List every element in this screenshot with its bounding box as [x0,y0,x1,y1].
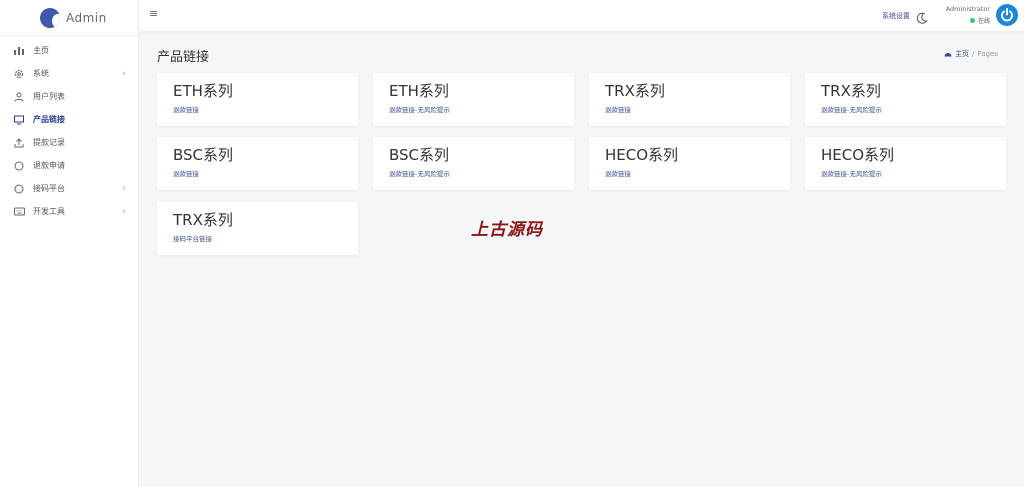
user-info[interactable]: Administrator 在线 [946,5,990,25]
user-status: 在线 [946,16,990,25]
brand-name: Admin [66,10,107,25]
sidebar-item-label: 开发工具 [33,207,65,216]
bar-chart-icon [13,45,25,57]
user-icon [13,91,25,103]
card-link[interactable]: 接码平台链接 [173,233,342,243]
chevron-left-icon: ‹ [122,68,126,79]
chevron-left-icon: ‹ [122,183,126,194]
sidebar-item-home[interactable]: 主页 [0,39,138,62]
product-card[interactable]: TRX系列 退款链接 [589,73,790,126]
card-title: ETH系列 [389,82,449,100]
product-card[interactable]: BSC系列 退款链接 [157,137,358,190]
breadcrumb: 主页 / Pages [944,49,998,59]
planet-logo-icon [40,7,60,28]
keyboard-icon [13,206,25,218]
product-card[interactable]: ETH系列 退款链接-无风险提示 [373,73,574,126]
product-card[interactable]: TRX系列 接码平台链接 [157,202,358,255]
sidebar-item-system[interactable]: 系统 ‹ [0,62,138,85]
sidebar-item-label: 主页 [33,46,49,55]
sidebar: Admin 主页 系统 ‹ 用户列表 产品链接 提款记录 退款申请 接码平台 ‹… [0,0,139,487]
card-title: TRX系列 [605,82,665,100]
upload-icon [13,137,25,149]
product-card[interactable]: TRX系列 退款链接-无风险提示 [805,73,1006,126]
sidebar-item-label: 提款记录 [33,138,65,147]
moon-icon[interactable] [916,9,928,24]
card-title: HECO系列 [605,146,679,164]
sidebar-item-refund-requests[interactable]: 退款申请 [0,154,138,177]
sidebar-nav: 主页 系统 ‹ 用户列表 产品链接 提款记录 退款申请 接码平台 ‹ 开发工具 … [0,36,138,223]
breadcrumb-current: Pages [977,50,998,58]
card-link[interactable]: 退款链接-无风险提示 [389,168,558,178]
card-title: BSC系列 [173,146,234,164]
product-card[interactable]: HECO系列 退款链接 [589,137,790,190]
card-title: TRX系列 [821,82,881,100]
card-title: ETH系列 [173,82,233,100]
sidebar-item-label: 用户列表 [33,92,65,101]
card-title: BSC系列 [389,146,450,164]
card-link[interactable]: 退款链接 [605,104,774,114]
product-card[interactable]: HECO系列 退款链接-无风险提示 [805,137,1006,190]
card-link[interactable]: 退款链接-无风险提示 [389,104,558,114]
sidebar-item-withdrawals[interactable]: 提款记录 [0,131,138,154]
sidebar-item-sms-platform[interactable]: 接码平台 ‹ [0,177,138,200]
topbar: ≡ 系统设置 Administrator 在线 [139,0,1024,32]
card-link[interactable]: 退款链接-无风险提示 [821,168,990,178]
sidebar-item-label: 接码平台 [33,184,65,193]
breadcrumb-separator: / [972,50,975,58]
card-link[interactable]: 退款链接 [173,104,342,114]
circle-icon [13,160,25,172]
card-link[interactable]: 退款链接-无风险提示 [821,104,990,114]
page-title: 产品链接 [157,50,210,65]
watermark-text: 上古源码 [471,220,543,240]
card-title: HECO系列 [821,146,895,164]
user-status-label: 在线 [977,18,990,25]
dashboard-icon [944,50,952,59]
sidebar-item-label: 退款申请 [33,161,65,170]
sidebar-item-dev-tools[interactable]: 开发工具 ‹ [0,200,138,223]
status-dot-icon [969,18,975,23]
product-card[interactable]: ETH系列 退款链接 [157,73,358,126]
breadcrumb-home[interactable]: 主页 [955,49,969,59]
brand[interactable]: Admin [0,0,138,36]
user-name: Administrator [945,5,990,13]
power-icon [1001,8,1013,22]
sidebar-item-label: 系统 [33,69,49,78]
card-link[interactable]: 退款链接 [173,168,342,178]
monitor-icon [13,114,25,126]
avatar[interactable] [996,4,1018,26]
card-title: TRX系列 [173,211,233,229]
card-link[interactable]: 退款链接 [605,168,774,178]
sidebar-item-label: 产品链接 [33,115,65,124]
sidebar-item-users[interactable]: 用户列表 [0,85,138,108]
chevron-left-icon: ‹ [122,206,126,217]
product-card[interactable]: BSC系列 退款链接-无风险提示 [373,137,574,190]
menu-toggle-icon[interactable]: ≡ [149,7,158,20]
circle-icon [13,183,25,195]
gear-icon [13,68,25,80]
sidebar-item-product-links[interactable]: 产品链接 [0,108,138,131]
system-settings-link[interactable]: 系统设置 [882,11,910,21]
